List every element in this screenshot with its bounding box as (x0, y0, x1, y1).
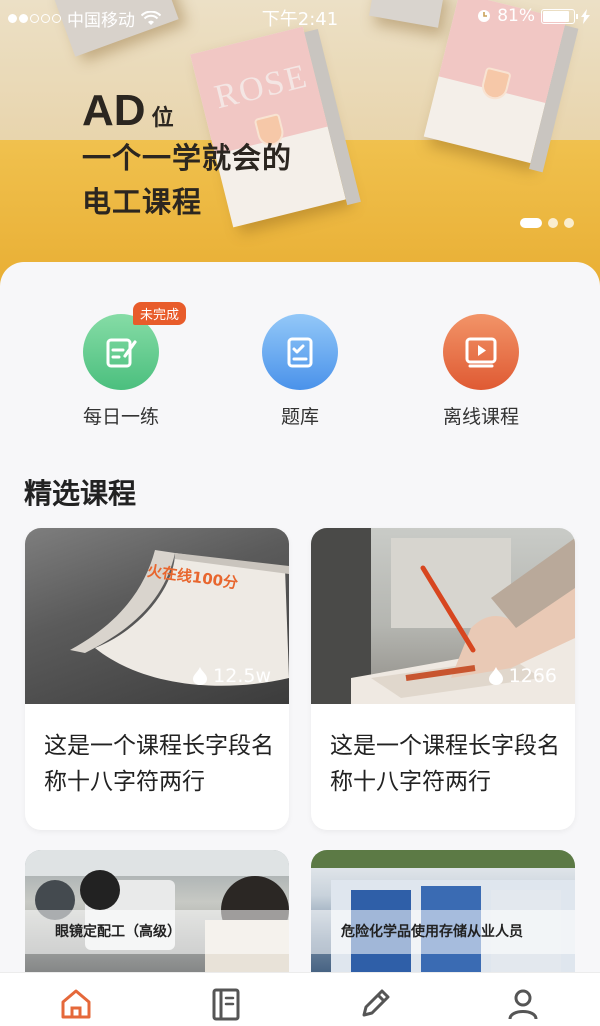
quick-action-question-bank[interactable]: 题库 (230, 314, 370, 429)
tab-profile[interactable] (503, 987, 543, 1023)
carousel-dot-active[interactable] (520, 218, 542, 228)
quick-action-offline-course[interactable]: 离线课程 (411, 314, 551, 429)
quick-action-label: 每日一练 (82, 406, 159, 428)
banner-ad-label: AD (82, 86, 146, 135)
hero-banner[interactable]: ROSE AD 位 一个一学就会的 电工课程 (0, 0, 600, 300)
daily-practice-icon (83, 314, 159, 390)
bottom-tab-bar (0, 972, 600, 1026)
course-caption: 眼镜定配工（高级） (25, 910, 289, 954)
status-bar: 中国移动 下午2:41 81% (0, 0, 600, 32)
carousel-dot[interactable] (548, 218, 558, 228)
course-card[interactable]: 火在线100分 12.5w 这是一个课程长字段名称十八字符两行 (25, 528, 289, 830)
banner-subtitle-line2: 电工课程 (82, 185, 203, 219)
home-icon (61, 989, 91, 1019)
tab-notebook[interactable] (206, 987, 246, 1023)
battery-icon (541, 8, 578, 24)
main-content: 未完成 每日一练 题库 离线课程 精选课程 火在线100分 12.5w 这是一个… (0, 262, 600, 982)
course-card[interactable]: 眼镜定配工（高级） (25, 850, 289, 980)
quick-action-daily-practice[interactable]: 未完成 每日一练 (51, 302, 191, 429)
offline-course-icon (443, 314, 519, 390)
tab-home[interactable] (56, 987, 96, 1023)
view-count: 12.5w (193, 665, 271, 687)
carousel-dot[interactable] (564, 218, 574, 228)
view-count-value: 1266 (508, 665, 557, 687)
course-card[interactable]: 1266 这是一个课程长字段名称十八字符两行 (311, 528, 575, 830)
pencil-icon (362, 989, 390, 1017)
view-count-value: 12.5w (213, 665, 271, 687)
carousel-indicator (520, 218, 574, 228)
alarm-icon (478, 10, 491, 22)
flame-icon (193, 667, 208, 685)
question-bank-icon (262, 314, 338, 390)
quick-action-label: 题库 (280, 406, 319, 428)
course-title: 这是一个课程长字段名称十八字符两行 (330, 733, 560, 795)
section-title: 精选课程 (24, 477, 137, 510)
status-badge: 未完成 (133, 302, 187, 325)
tab-practice[interactable] (355, 987, 395, 1023)
banner-headline: AD 位 一个一学就会的 电工课程 (82, 86, 292, 224)
profile-icon (508, 989, 538, 1020)
notebook-icon (212, 988, 240, 1021)
quick-actions: 未完成 每日一练 题库 离线课程 (0, 302, 600, 434)
battery-percent: 81% (497, 6, 535, 26)
charging-icon (581, 8, 590, 24)
course-title: 这是一个课程长字段名称十八字符两行 (44, 733, 274, 795)
banner-subtitle-line1: 一个一学就会的 (82, 141, 293, 175)
banner-ad-suffix: 位 (151, 106, 174, 131)
view-count: 1266 (488, 665, 557, 687)
course-card[interactable]: 危险化学品使用存储从业人员 (311, 850, 575, 980)
course-caption: 危险化学品使用存储从业人员 (311, 910, 575, 954)
flame-icon (488, 667, 503, 685)
quick-action-label: 离线课程 (442, 406, 519, 428)
